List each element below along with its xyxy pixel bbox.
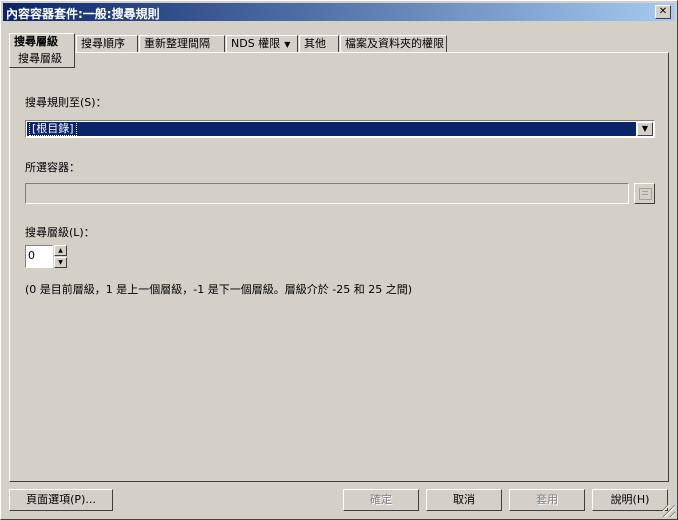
ok-button[interactable]: 確定 [343, 489, 419, 511]
tab-panel [9, 52, 669, 482]
search-level-input[interactable]: 0 [25, 245, 53, 268]
search-level-help-text: (0 是目前層級，1 是上一個層級，-1 是下一個層級。層級介於 -25 和 2… [25, 283, 412, 296]
title-bar: 內容容器套件:一般:搜尋規則 ✕ [3, 3, 675, 21]
chevron-down-icon[interactable]: ▼ [637, 122, 653, 136]
search-level-label: 搜尋層級(L)： [25, 226, 95, 239]
tab-label: 搜尋層級 [14, 35, 58, 48]
spin-up-icon[interactable]: ▲ [54, 245, 67, 256]
selected-container-field [25, 183, 629, 204]
tab-label: 重新整理間隔 [144, 37, 210, 50]
window-title: 內容容器套件:一般:搜尋規則 [6, 7, 160, 21]
tab-file-folder-rights[interactable]: 檔案及資料夾的權限 [340, 35, 447, 52]
chevron-down-icon: ▼ [284, 40, 291, 49]
tab-search-level[interactable]: 搜尋層級 [9, 33, 75, 54]
spin-down-icon[interactable]: ▼ [54, 257, 67, 268]
tab-label: 其他 [304, 37, 326, 50]
browse-button[interactable] [634, 183, 655, 204]
search-rule-selected: [根目錄] [27, 121, 636, 136]
search-rule-label: 搜尋規則至(S)： [25, 96, 107, 109]
browse-icon [639, 188, 652, 200]
resize-grip-icon[interactable] [663, 505, 675, 517]
subtab-search-level[interactable]: 搜尋層級 [9, 52, 75, 68]
search-rule-value: [根目錄] [29, 121, 77, 136]
page-options-button[interactable]: 頁面選項(P)... [9, 489, 113, 511]
tab-other[interactable]: 其他 [299, 35, 339, 52]
apply-button[interactable]: 套用 [509, 489, 585, 511]
tab-label: 檔案及資料夾的權限 [345, 37, 444, 50]
search-rule-combobox[interactable]: [根目錄] ▼ [25, 120, 655, 138]
cancel-button[interactable]: 取消 [426, 489, 502, 511]
dialog-window: 內容容器套件:一般:搜尋規則 ✕ 搜尋層級 搜尋順序 重新整理間隔 NDS 權限… [0, 0, 678, 520]
selected-container-label: 所選容器： [25, 161, 80, 174]
tab-nds-rights[interactable]: NDS 權限 ▼ [226, 35, 298, 52]
tab-search-order[interactable]: 搜尋順序 [76, 35, 138, 52]
tab-label: NDS 權限 [231, 37, 281, 50]
tab-refresh-interval[interactable]: 重新整理間隔 [139, 35, 225, 52]
help-button[interactable]: 說明(H) [592, 489, 668, 511]
close-button[interactable]: ✕ [655, 5, 671, 19]
tab-label: 搜尋順序 [81, 37, 125, 50]
